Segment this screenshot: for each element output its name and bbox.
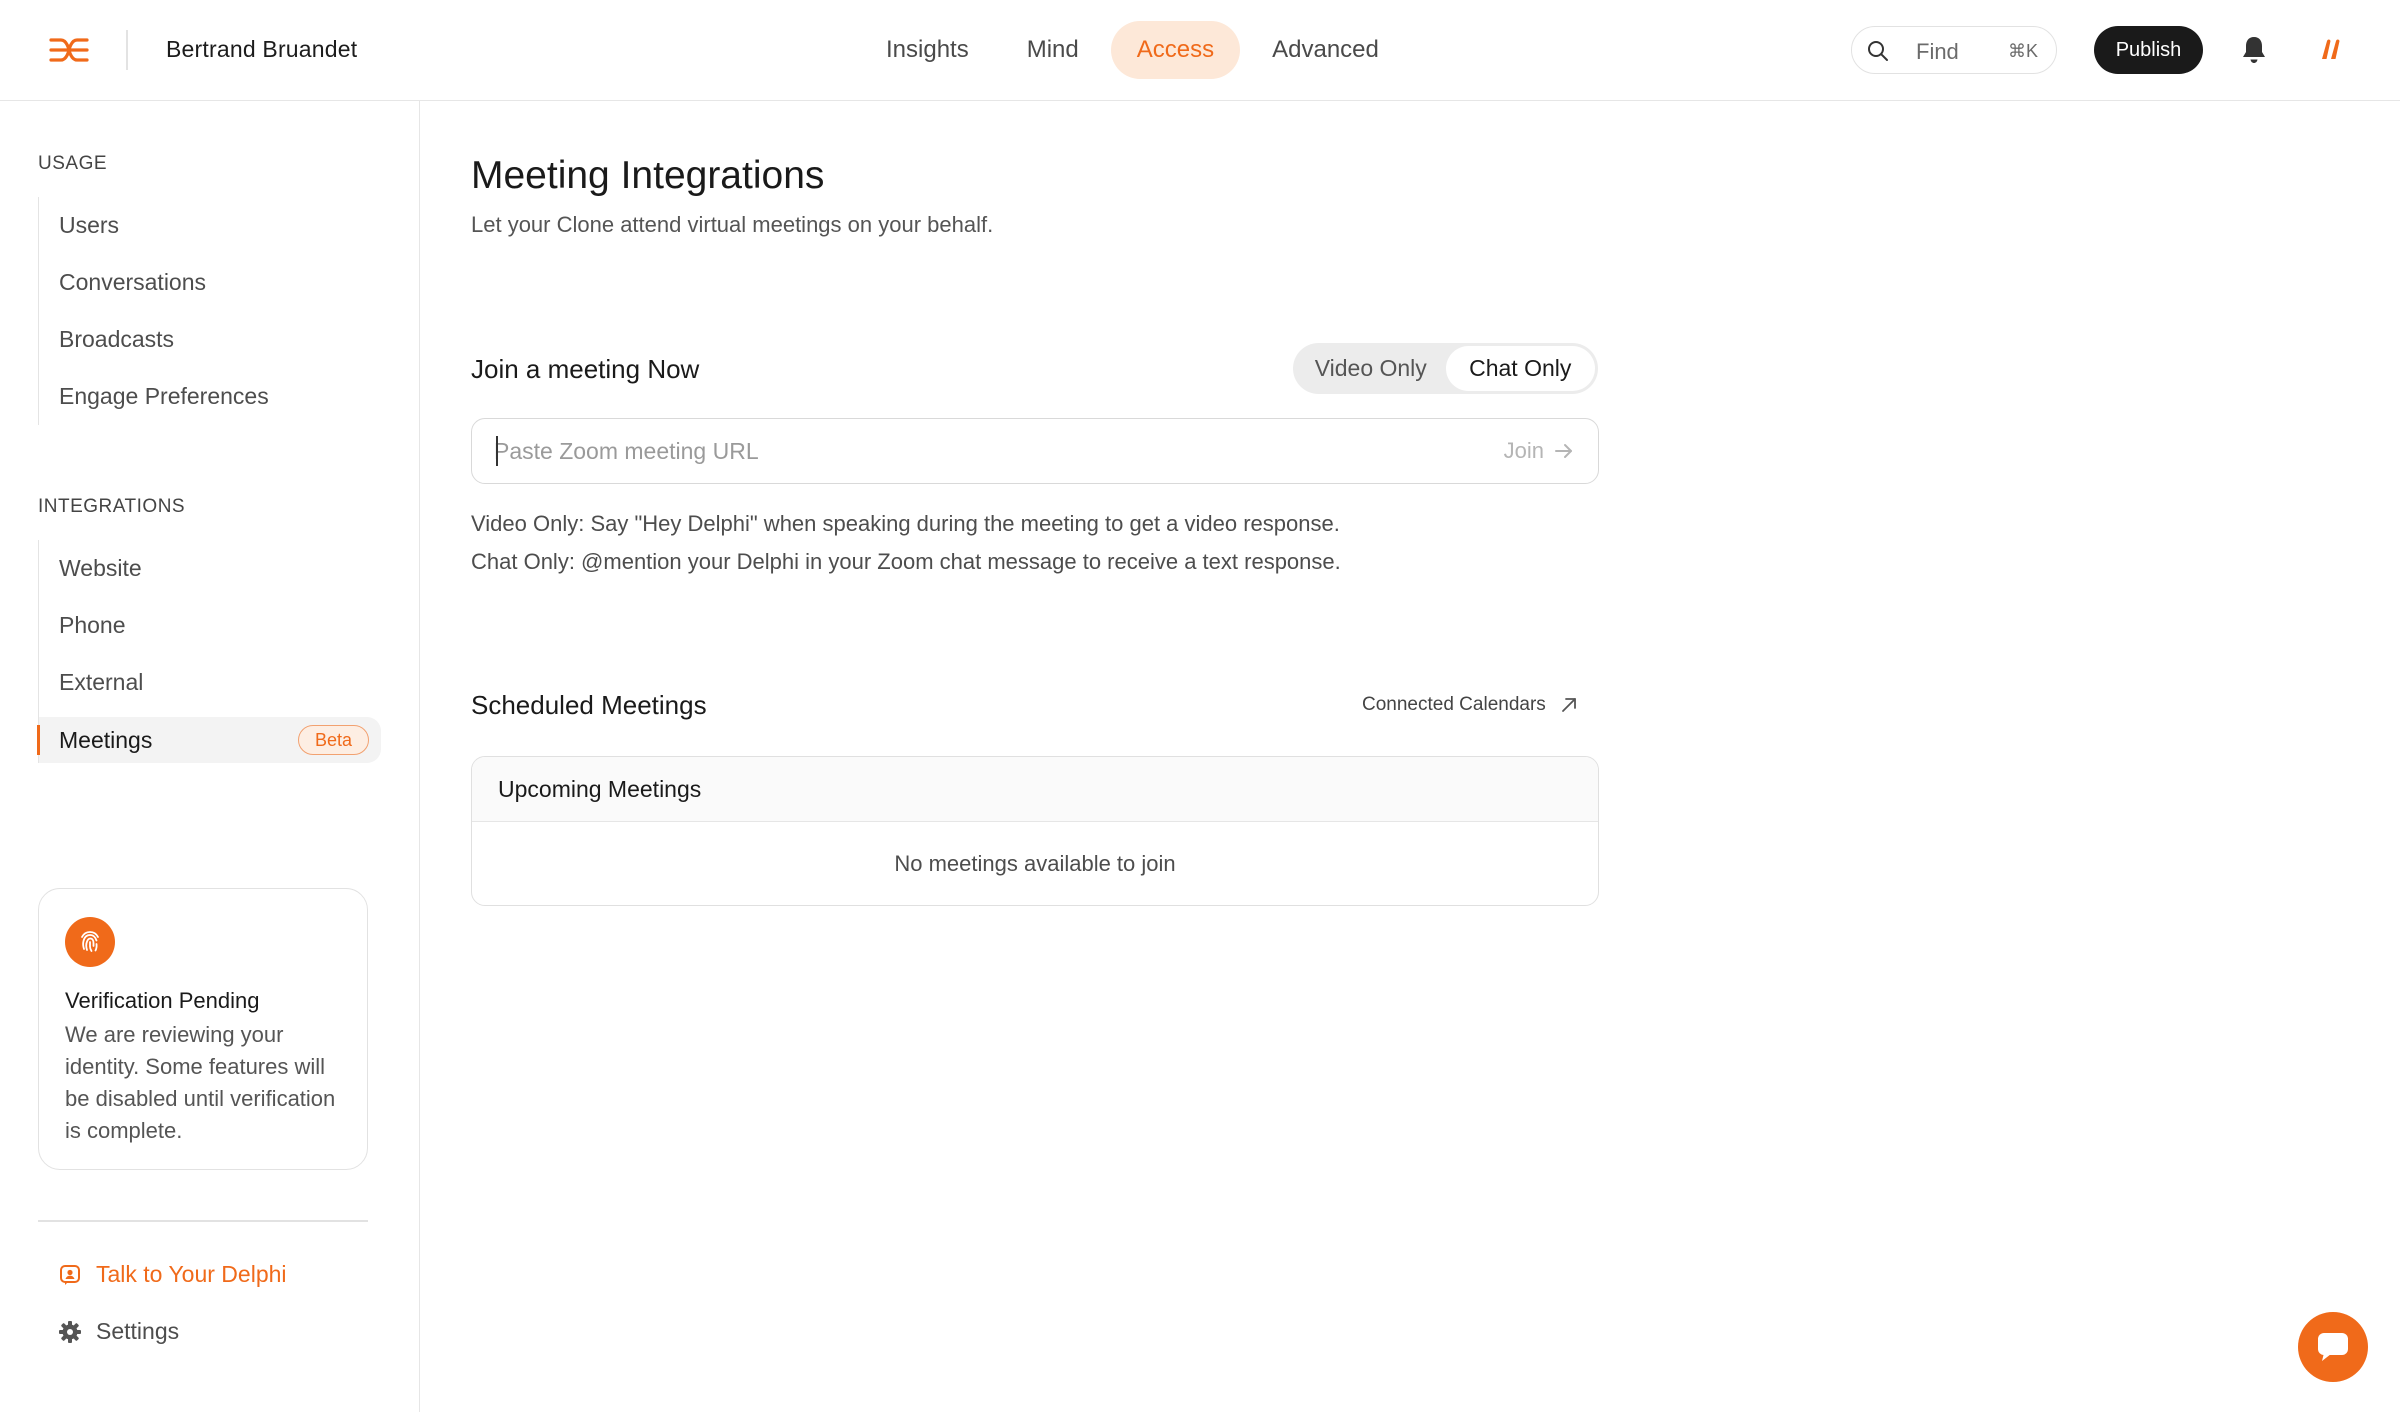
connected-calendars-label: Connected Calendars (1362, 694, 1546, 715)
nav-insights[interactable]: Insights (860, 21, 995, 79)
zoom-url-field: Join (471, 418, 1599, 484)
chat-bubble-icon (2318, 1333, 2348, 1361)
settings-label: Settings (96, 1318, 180, 1344)
sidebar-item-external[interactable]: External (39, 654, 381, 711)
video-only-help: Video Only: Say "Hey Delphi" when speaki… (471, 511, 1340, 536)
header-divider (126, 30, 128, 70)
chat-support-button[interactable] (2298, 1312, 2368, 1382)
top-header: Bertrand Bruandet Insights Mind Access A… (0, 0, 2400, 101)
integrations-section-label: INTEGRATIONS (38, 496, 186, 517)
sidebar-divider (38, 1220, 368, 1222)
join-button[interactable]: Join (1504, 438, 1574, 464)
search-label: Find (1916, 39, 1959, 64)
verification-text: We are reviewing your identity. Some fea… (65, 1022, 336, 1143)
empty-state-text: No meetings available to join (894, 851, 1176, 876)
settings-link[interactable]: Settings (58, 1318, 179, 1345)
usage-nav-group: Users Conversations Broadcasts Engage Pr… (38, 197, 381, 425)
join-section-title: Join a meeting Now (471, 354, 700, 384)
sidebar-item-meetings[interactable]: Meetings Beta (37, 717, 381, 763)
mode-toggle: Video Only Chat Only (1293, 343, 1598, 394)
sidebar-item-website[interactable]: Website (39, 540, 381, 597)
nav-access[interactable]: Access (1110, 21, 1241, 79)
sidebar-item-phone[interactable]: Phone (39, 597, 381, 654)
main-nav: Insights Mind Access Advanced (860, 21, 1411, 79)
upcoming-meetings-header: Upcoming Meetings (472, 757, 1598, 822)
connected-calendars-link[interactable]: Connected Calendars (1362, 694, 1578, 716)
talk-to-delphi-link[interactable]: Talk to Your Delphi (58, 1261, 287, 1288)
search-icon (1868, 41, 1888, 61)
gear-icon (58, 1320, 82, 1344)
beta-badge: Beta (297, 725, 369, 755)
delphi-logo-icon[interactable] (48, 34, 90, 66)
text-caret (496, 436, 498, 466)
video-only-toggle[interactable]: Video Only (1296, 346, 1446, 391)
arrow-up-right-icon (1561, 698, 1576, 712)
publish-button[interactable]: Publish (2094, 26, 2203, 74)
sidebar: USAGE Users Conversations Broadcasts Eng… (0, 101, 420, 1412)
chat-icon (58, 1263, 82, 1287)
chat-only-help: Chat Only: @mention your Delphi in your … (471, 549, 1341, 574)
sidebar-item-conversations[interactable]: Conversations (39, 254, 381, 311)
bell-icon[interactable] (2241, 35, 2267, 65)
scheduled-section-title: Scheduled Meetings (471, 690, 707, 720)
brand-mark-icon[interactable] (2318, 37, 2344, 61)
integrations-nav-group: Website Phone External Meetings Beta (37, 540, 381, 763)
sidebar-item-broadcasts[interactable]: Broadcasts (39, 311, 381, 368)
nav-advanced[interactable]: Advanced (1246, 21, 1405, 79)
zoom-url-input[interactable] (494, 435, 1394, 467)
verification-card: Verification Pending We are reviewing yo… (38, 888, 368, 1170)
usage-section-label: USAGE (38, 153, 108, 174)
sidebar-item-engage-preferences[interactable]: Engage Preferences (39, 368, 381, 425)
upcoming-meetings-table: Upcoming Meetings No meetings available … (471, 756, 1599, 906)
nav-mind[interactable]: Mind (1001, 21, 1105, 79)
find-search-button[interactable]: Find ⌘K (1851, 26, 2057, 74)
fingerprint-icon (65, 917, 115, 967)
arrow-right-icon (1555, 444, 1572, 458)
user-name: Bertrand Bruandet (166, 36, 358, 62)
join-label: Join (1503, 438, 1544, 463)
sidebar-item-users[interactable]: Users (39, 197, 381, 254)
search-shortcut: ⌘K (2007, 41, 2038, 61)
page-subtitle: Let your Clone attend virtual meetings o… (471, 212, 994, 237)
chat-only-toggle[interactable]: Chat Only (1445, 346, 1595, 391)
verification-title: Verification Pending (65, 988, 260, 1013)
page-title: Meeting Integrations (471, 154, 825, 197)
talk-to-delphi-label: Talk to Your Delphi (96, 1261, 287, 1287)
sidebar-item-label: Meetings (59, 726, 153, 753)
